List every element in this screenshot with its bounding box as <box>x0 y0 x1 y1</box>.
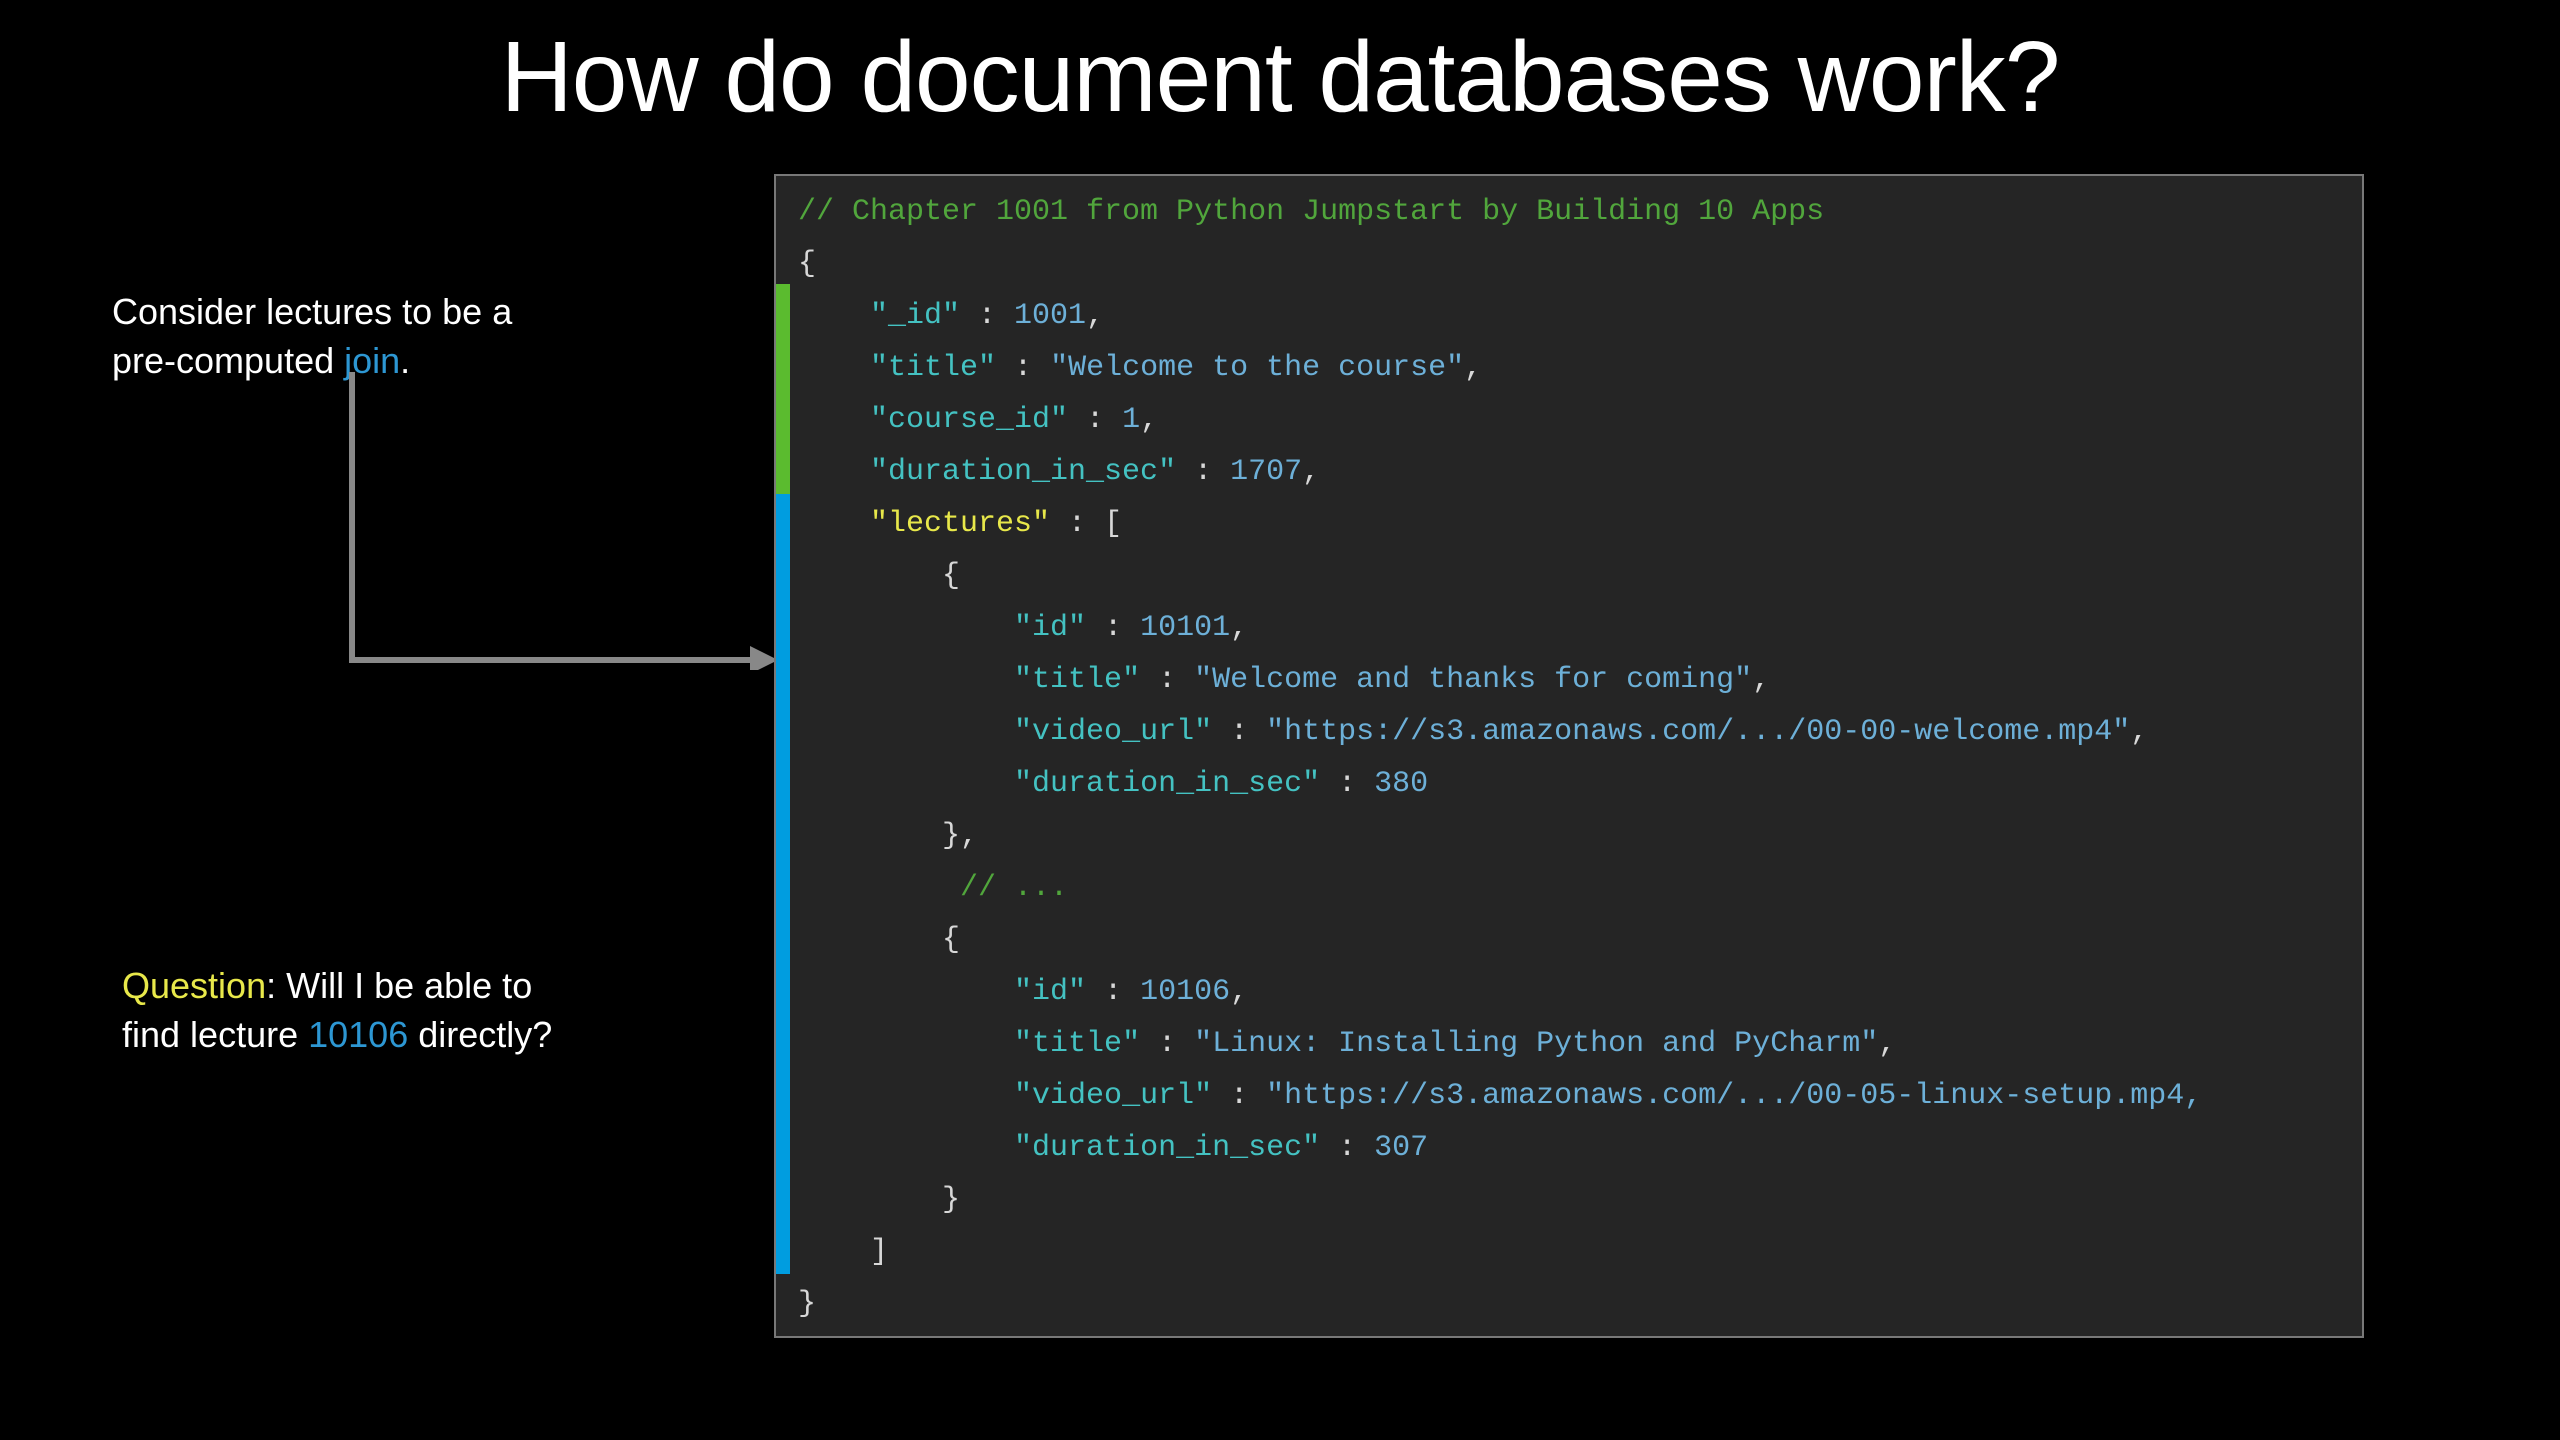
code-l1-dur-val: 380 <box>1374 767 1428 801</box>
code-colon: : <box>1140 1027 1194 1061</box>
code-l1-title-val: "Welcome and thanks for coming" <box>1194 663 1752 697</box>
code-content: // Chapter 1001 from Python Jumpstart by… <box>790 176 2362 1336</box>
annotation-join: Consider lectures to be a pre-computed j… <box>112 288 512 385</box>
code-l1-title-key: "title" <box>1014 663 1140 697</box>
code-l1-id-key: "id" <box>1014 611 1086 645</box>
code-close-brace: } <box>798 1287 816 1321</box>
code-l2-title-val: "Linux: Installing Python and PyCharm" <box>1194 1027 1878 1061</box>
code-dur-val: 1707 <box>1230 455 1302 489</box>
annotation-join-suffix: . <box>400 340 410 381</box>
code-l2-url-val: "https://s3.amazonaws.com/.../00-05-linu… <box>1266 1079 2202 1113</box>
code-comma: , <box>1230 975 1248 1009</box>
code-arr-open: [ <box>1104 507 1122 541</box>
gutter-green-segment <box>776 284 790 494</box>
code-colon: : <box>1086 975 1140 1009</box>
code-gutter <box>776 176 790 1336</box>
code-colon: : <box>960 299 1014 333</box>
annotation-question: Question: Will I be able to find lecture… <box>122 962 552 1059</box>
code-title-val: "Welcome to the course" <box>1050 351 1464 385</box>
slide-title: How do document databases work? <box>0 20 2560 135</box>
code-colon: : <box>1068 403 1122 437</box>
code-colon: : <box>1176 455 1230 489</box>
code-comma: , <box>1878 1027 1896 1061</box>
annotation-join-text1: Consider lectures to be a <box>112 291 512 332</box>
annotation-join-text2: pre-computed <box>112 340 344 381</box>
code-open-brace: { <box>798 247 816 281</box>
annotation-join-keyword: join <box>344 340 400 381</box>
code-colon: : <box>996 351 1050 385</box>
question-text1: : Will I be able to <box>266 965 532 1006</box>
code-comma: , <box>1464 351 1482 385</box>
code-colon: : <box>1320 1131 1374 1165</box>
question-lecture-id: 10106 <box>308 1014 408 1055</box>
code-colon: : <box>1212 715 1266 749</box>
code-comma: , <box>1086 299 1104 333</box>
question-text3: directly? <box>408 1014 552 1055</box>
gutter-blue-segment <box>776 494 790 1274</box>
code-l1-dur-key: "duration_in_sec" <box>1014 767 1320 801</box>
code-block: // Chapter 1001 from Python Jumpstart by… <box>774 174 2364 1338</box>
code-title-key: "title" <box>870 351 996 385</box>
code-colon: : <box>1140 663 1194 697</box>
code-obj-close-comma: }, <box>942 819 978 853</box>
code-course-val: 1 <box>1122 403 1140 437</box>
code-colon: : <box>1320 767 1374 801</box>
code-comma: , <box>1302 455 1320 489</box>
code-arr-close: ] <box>870 1235 888 1269</box>
code-ellipsis-comment: // ... <box>960 871 1068 905</box>
code-colon: : <box>1086 611 1140 645</box>
code-comment-header: // Chapter 1001 from Python Jumpstart by… <box>798 195 1824 229</box>
code-l1-url-key: "video_url" <box>1014 715 1212 749</box>
code-obj-open2: { <box>942 923 960 957</box>
code-l2-id-key: "id" <box>1014 975 1086 1009</box>
code-l2-id-val: 10106 <box>1140 975 1230 1009</box>
question-text2: find lecture <box>122 1014 308 1055</box>
code-l1-id-val: 10101 <box>1140 611 1230 645</box>
code-l2-url-key: "video_url" <box>1014 1079 1212 1113</box>
code-l2-title-key: "title" <box>1014 1027 1140 1061</box>
code-obj-open: { <box>942 559 960 593</box>
code-id-val: 1001 <box>1014 299 1086 333</box>
code-l1-url-val: "https://s3.amazonaws.com/.../00-00-welc… <box>1266 715 2130 749</box>
code-comma: , <box>1140 403 1158 437</box>
code-colon: : <box>1212 1079 1266 1113</box>
code-comma: , <box>1752 663 1770 697</box>
arrow-icon <box>348 372 778 670</box>
code-comma: , <box>2130 715 2148 749</box>
question-label: Question <box>122 965 266 1006</box>
code-obj-close: } <box>942 1183 960 1217</box>
code-comma: , <box>1230 611 1248 645</box>
code-colon: : <box>1050 507 1104 541</box>
code-lectures-key: "lectures" <box>870 507 1050 541</box>
code-l2-dur-key: "duration_in_sec" <box>1014 1131 1320 1165</box>
code-course-key: "course_id" <box>870 403 1068 437</box>
code-dur-key: "duration_in_sec" <box>870 455 1176 489</box>
code-id-key: "_id" <box>870 299 960 333</box>
code-l2-dur-val: 307 <box>1374 1131 1428 1165</box>
